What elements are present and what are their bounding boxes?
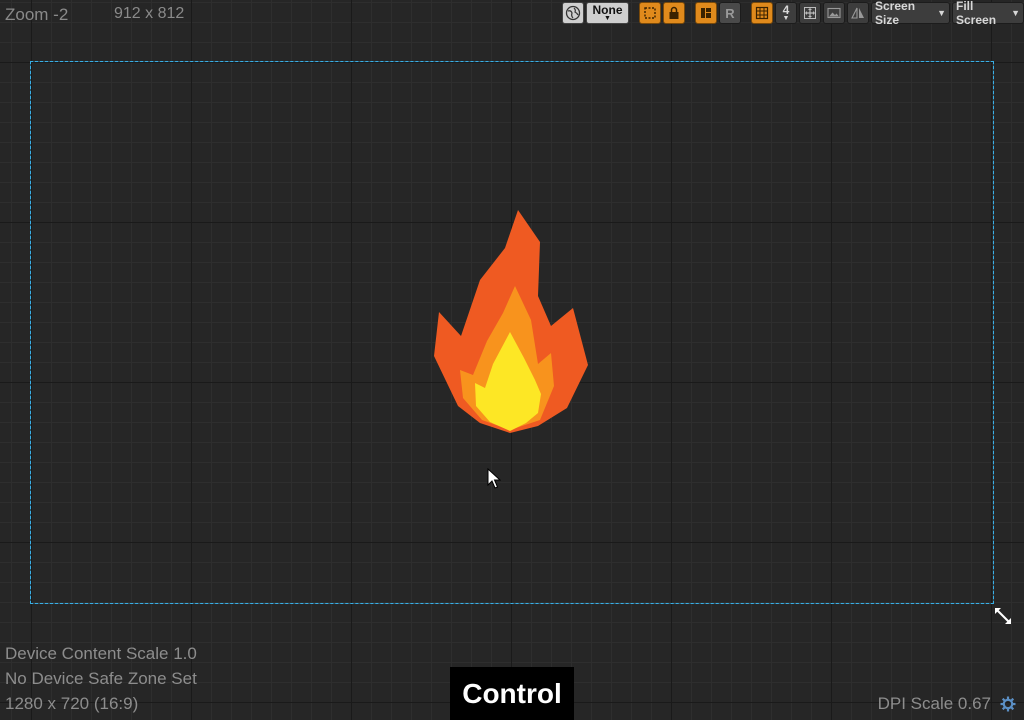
image-icon — [827, 7, 841, 19]
resolution-label: 1280 x 720 (16:9) — [5, 694, 139, 713]
move-icon — [804, 7, 816, 19]
grid-size-dropdown[interactable]: 4 ▼ — [775, 2, 797, 24]
chevron-down-icon: ▼ — [604, 14, 611, 22]
resolution-readout: 912 x 812 — [114, 5, 185, 22]
r-toggle-button[interactable]: R — [719, 2, 741, 24]
mouse-cursor-icon — [487, 468, 501, 489]
anchor-button[interactable] — [799, 2, 821, 24]
resize-handle-icon[interactable] — [993, 606, 1013, 626]
chevron-down-icon: ▼ — [1011, 8, 1020, 18]
world-button[interactable] — [562, 2, 584, 24]
key-overlay-label: Control — [462, 677, 562, 709]
flip-button[interactable] — [847, 2, 869, 24]
gear-icon[interactable] — [999, 695, 1017, 713]
chevron-down-icon: ▼ — [782, 14, 790, 22]
fill-screen-label: Fill Screen — [956, 0, 997, 27]
key-overlay: Control — [450, 667, 574, 720]
flip-icon — [851, 7, 864, 19]
background-image-button[interactable] — [823, 2, 845, 24]
bounds-icon — [644, 7, 656, 19]
none-dropdown[interactable]: None ▼ — [586, 2, 629, 24]
grid-snap-button[interactable] — [751, 2, 773, 24]
device-content-scale-label: Device Content Scale 1.0 — [5, 644, 197, 663]
dpi-scale-label: DPI Scale 0.67 — [877, 694, 991, 713]
chevron-down-icon: ▼ — [937, 8, 946, 18]
lock-icon — [669, 6, 679, 19]
designer-toolbar: None ▼ R 4 ▼ Screen Size ▼ Fill Screen ▼ — [562, 0, 1024, 27]
r-toggle-label: R — [725, 5, 735, 21]
none-dropdown-label: None — [592, 2, 623, 17]
fill-screen-dropdown[interactable]: Fill Screen ▼ — [952, 0, 1024, 27]
safe-zone-label: No Device Safe Zone Set — [5, 669, 197, 688]
fire-image[interactable] — [430, 208, 592, 436]
layout-toggle-button[interactable] — [695, 2, 717, 24]
screen-size-label: Screen Size — [875, 0, 916, 27]
globe-icon — [565, 5, 581, 21]
grid-icon — [755, 6, 769, 20]
layout-icon — [701, 8, 711, 18]
grid-size-value: 4 — [782, 2, 790, 17]
zoom-label: Zoom -2 — [5, 5, 69, 24]
screen-size-dropdown[interactable]: Screen Size ▼ — [871, 0, 950, 27]
bounds-toggle-button[interactable] — [639, 2, 661, 24]
lock-toggle-button[interactable] — [663, 2, 685, 24]
